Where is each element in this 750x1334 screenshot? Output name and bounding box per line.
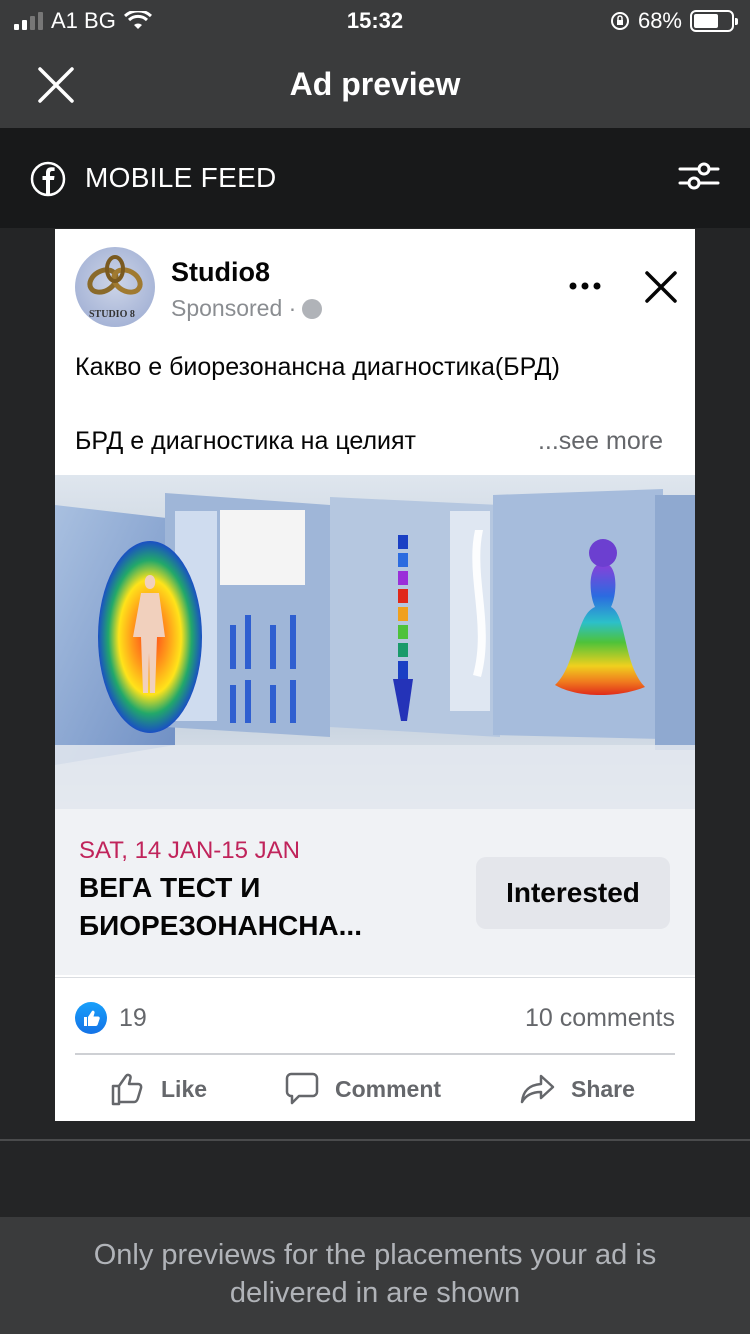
like-label: Like bbox=[161, 1075, 208, 1102]
event-date: SAT, 14 JAN-15 JAN bbox=[79, 837, 300, 864]
post-text-line2: БРД е диагностика на целият bbox=[75, 427, 416, 455]
event-panel: SAT, 14 JAN-15 JAN ВЕГА ТЕСТ И БИОРЕЗОНА… bbox=[55, 809, 695, 975]
divider bbox=[0, 1139, 750, 1141]
wifi-icon bbox=[123, 11, 152, 29]
interested-button[interactable]: Interested bbox=[476, 857, 670, 929]
status-bar: A1 BG 15:32 68% bbox=[0, 0, 750, 42]
placement-bar: MOBILE FEED bbox=[0, 130, 750, 228]
thumbs-up-icon bbox=[111, 1073, 143, 1106]
filter-settings-icon[interactable] bbox=[678, 159, 720, 199]
event-title[interactable]: ВЕГА ТЕСТ И БИОРЕЗОНАНСНА... bbox=[79, 869, 419, 945]
comment-label: Comment bbox=[335, 1075, 442, 1102]
facebook-icon bbox=[30, 161, 66, 197]
actions-divider bbox=[75, 1053, 675, 1055]
share-label: Share bbox=[571, 1075, 635, 1102]
status-left: A1 BG bbox=[14, 8, 152, 34]
like-button[interactable]: Like bbox=[109, 1065, 207, 1113]
battery-icon bbox=[690, 10, 738, 32]
page-name[interactable]: Studio8 bbox=[171, 257, 270, 288]
sponsored-row: Sponsored · bbox=[171, 295, 323, 322]
battery-percent: 68% bbox=[637, 8, 682, 33]
like-reaction-icon bbox=[75, 1002, 107, 1034]
status-right: 68% bbox=[610, 8, 738, 34]
orientation-lock-icon bbox=[610, 12, 629, 30]
reaction-count[interactable]: 19 bbox=[119, 1004, 147, 1033]
ad-card: STUDIO 8 Studio8 Sponsored · Какво е био… bbox=[55, 229, 695, 1121]
ad-image[interactable] bbox=[55, 475, 695, 809]
avatar-text: STUDIO 8 bbox=[89, 309, 135, 320]
placement-label[interactable]: MOBILE FEED bbox=[85, 162, 277, 194]
post-text-line1: Какво е биорезонансна диагностика(БРД) bbox=[75, 353, 560, 381]
ad-image-graphic bbox=[55, 489, 695, 809]
footer-note: Only previews for the placements your ad… bbox=[93, 1239, 657, 1309]
signal-icon bbox=[14, 12, 43, 30]
sponsored-label: Sponsored · bbox=[171, 295, 297, 321]
carrier-label: A1 BG bbox=[51, 8, 116, 33]
comment-button[interactable]: Comment bbox=[283, 1065, 441, 1113]
page-title: Ad preview bbox=[289, 66, 461, 102]
see-more-link[interactable]: ...see more bbox=[538, 427, 663, 456]
avatar[interactable]: STUDIO 8 bbox=[75, 247, 155, 327]
hide-ad-close-icon[interactable] bbox=[643, 269, 679, 305]
comment-bubble-icon bbox=[285, 1072, 319, 1105]
more-options-icon[interactable] bbox=[565, 271, 605, 301]
globe-icon bbox=[302, 298, 323, 319]
title-bar: Ad preview bbox=[0, 42, 750, 128]
share-button[interactable]: Share bbox=[519, 1065, 635, 1113]
share-arrow-icon bbox=[520, 1074, 555, 1104]
reactions-row: 19 10 comments bbox=[55, 977, 695, 1053]
comments-count[interactable]: 10 comments bbox=[525, 1004, 675, 1033]
